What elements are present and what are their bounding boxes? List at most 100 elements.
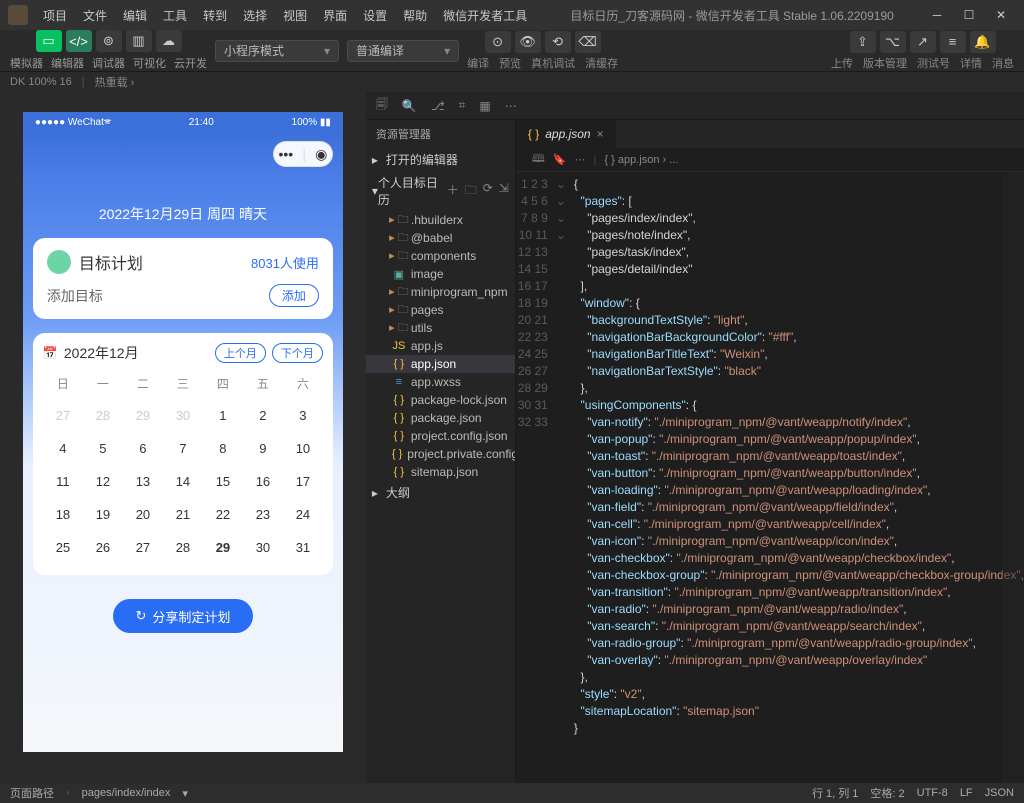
add-goal-button[interactable]: 添加 (269, 284, 319, 307)
tree-item[interactable]: ▸ 🗀.hbuilderx (366, 211, 515, 229)
calendar-day[interactable]: 1 (203, 402, 243, 429)
calendar-day[interactable]: 29 (203, 534, 243, 561)
calendar-day[interactable]: 17 (283, 468, 323, 495)
calendar-day[interactable]: 27 (123, 534, 163, 561)
marker-icon[interactable]: 🔖 (553, 153, 567, 166)
menu-item[interactable]: 转到 (196, 3, 234, 28)
editor-tab[interactable]: { } app.json × (516, 120, 617, 148)
tree-item[interactable]: { }package-lock.json (366, 391, 515, 409)
calendar-day[interactable]: 19 (83, 501, 123, 528)
calendar-day[interactable]: 2 (243, 402, 283, 429)
calendar-day[interactable]: 26 (83, 534, 123, 561)
calendar-day[interactable]: 24 (283, 501, 323, 528)
test-button[interactable]: ↗ (910, 31, 936, 53)
open-editors-section[interactable]: ▸ 打开的编辑器 (366, 148, 515, 171)
calendar-day[interactable]: 6 (123, 435, 163, 462)
calendar-day[interactable]: 9 (243, 435, 283, 462)
calendar-day[interactable]: 22 (203, 501, 243, 528)
tree-item[interactable]: JSapp.js (366, 337, 515, 355)
encoding-indicator[interactable]: UTF-8 (917, 787, 948, 799)
debug-icon[interactable]: ⌗ (459, 98, 466, 113)
calendar-day[interactable]: 29 (123, 402, 163, 429)
tree-item[interactable]: { }app.json (366, 355, 515, 373)
calendar-day[interactable]: 7 (163, 435, 203, 462)
remote-debug-button[interactable]: ⟲ (545, 31, 571, 53)
compile-select[interactable]: 普通编译 ▾ (347, 40, 459, 62)
message-button[interactable]: 🔔 (970, 31, 996, 53)
cloud-button[interactable]: ☁ (156, 30, 182, 52)
preview-button[interactable]: 👁 (515, 31, 541, 53)
calendar-day[interactable]: 14 (163, 468, 203, 495)
tree-item[interactable]: ▸ 🗀@babel (366, 229, 515, 247)
hot-reload-toggle[interactable]: 热重载 › (95, 74, 135, 90)
menu-item[interactable]: 视图 (276, 3, 314, 28)
calendar-day[interactable]: 3 (283, 402, 323, 429)
tree-item[interactable]: { }package.json (366, 409, 515, 427)
capsule-close-icon[interactable]: ◉ (315, 146, 327, 163)
version-button[interactable]: ⌥ (880, 31, 906, 53)
menu-item[interactable]: 编辑 (116, 3, 154, 28)
cursor-position[interactable]: 行 1, 列 1 (812, 785, 858, 801)
code-view[interactable]: 1 2 3 4 5 6 7 8 9 10 11 12 13 14 15 16 1… (516, 172, 1024, 783)
more-icon[interactable]: ⋯ (575, 153, 586, 166)
calendar-day[interactable]: 30 (243, 534, 283, 561)
editor-button[interactable]: </> (66, 30, 92, 52)
calendar-day[interactable]: 15 (203, 468, 243, 495)
compile-button[interactable]: ⊙ (485, 31, 511, 53)
calendar-day[interactable]: 30 (163, 402, 203, 429)
calendar-day[interactable]: 13 (123, 468, 163, 495)
tree-item[interactable]: ▸ 🗀components (366, 247, 515, 265)
calendar-day[interactable]: 31 (283, 534, 323, 561)
minimap[interactable] (1002, 172, 1024, 783)
calendar-day[interactable]: 4 (43, 435, 83, 462)
git-icon[interactable]: ⎇ (431, 99, 445, 113)
project-root[interactable]: ▾ 个人目标日历 ＋ 🗀 ⟳ ⇲ (366, 171, 515, 211)
details-button[interactable]: ≡ (940, 31, 966, 53)
tree-item[interactable]: ▸ 🗀utils (366, 319, 515, 337)
tree-item[interactable]: { }project.private.config.js... (366, 445, 515, 463)
bookmark-icon[interactable]: 🕮 (532, 150, 545, 169)
new-folder-icon[interactable]: 🗀 (465, 181, 477, 202)
menu-item[interactable]: 工具 (156, 3, 194, 28)
search-icon[interactable]: 🔍 (402, 99, 417, 113)
calendar-day[interactable]: 16 (243, 468, 283, 495)
simulator-button[interactable]: ▭ (36, 30, 62, 52)
tree-item[interactable]: { }project.config.json (366, 427, 515, 445)
code-content[interactable]: { "pages": [ "pages/index/index", "pages… (568, 172, 1024, 783)
calendar-day[interactable]: 18 (43, 501, 83, 528)
menu-item[interactable]: 帮助 (396, 3, 434, 28)
menu-item[interactable]: 选择 (236, 3, 274, 28)
calendar-day[interactable]: 12 (83, 468, 123, 495)
clear-cache-button[interactable]: ⌫ (575, 31, 601, 53)
calendar-day[interactable]: 25 (43, 534, 83, 561)
calendar-day[interactable]: 21 (163, 501, 203, 528)
calendar-day[interactable]: 8 (203, 435, 243, 462)
language-indicator[interactable]: JSON (985, 787, 1014, 799)
sim-body[interactable]: 2022年12月29日 周四 晴天 目标计划 8031人使用 添加目标 添加 📅 (23, 176, 343, 752)
indent-indicator[interactable]: 空格: 2 (870, 785, 904, 801)
menu-item[interactable]: 文件 (76, 3, 114, 28)
collapse-icon[interactable]: ⇲ (499, 181, 509, 202)
upload-button[interactable]: ⇪ (850, 31, 876, 53)
menu-item[interactable]: 微信开发者工具 (436, 3, 534, 28)
new-file-icon[interactable]: ＋ (447, 181, 459, 202)
calendar-day[interactable]: 11 (43, 468, 83, 495)
explorer-icon[interactable]: 🗐 (376, 95, 388, 116)
calendar-day[interactable]: 23 (243, 501, 283, 528)
close-icon[interactable]: ✕ (994, 8, 1008, 22)
eol-indicator[interactable]: LF (960, 787, 973, 799)
prev-month-button[interactable]: 上个月 (215, 343, 266, 363)
page-path-value[interactable]: pages/index/index (82, 787, 171, 799)
calendar-day[interactable]: 28 (83, 402, 123, 429)
share-plan-button[interactable]: ↻ 分享制定计划 (113, 599, 253, 633)
maximize-icon[interactable]: ☐ (962, 8, 976, 22)
ext-icon[interactable]: ⋯ (505, 99, 517, 113)
calendar-day[interactable]: 27 (43, 402, 83, 429)
breadcrumb[interactable]: { } app.json › ... (604, 154, 678, 166)
minimize-icon[interactable]: ─ (930, 8, 944, 22)
visual-button[interactable]: ▥ (126, 30, 152, 52)
tree-item[interactable]: ▸ 🗀miniprogram_npm (366, 283, 515, 301)
build-icon[interactable]: ▦ (479, 99, 490, 113)
next-month-button[interactable]: 下个月 (272, 343, 323, 363)
calendar-day[interactable]: 10 (283, 435, 323, 462)
